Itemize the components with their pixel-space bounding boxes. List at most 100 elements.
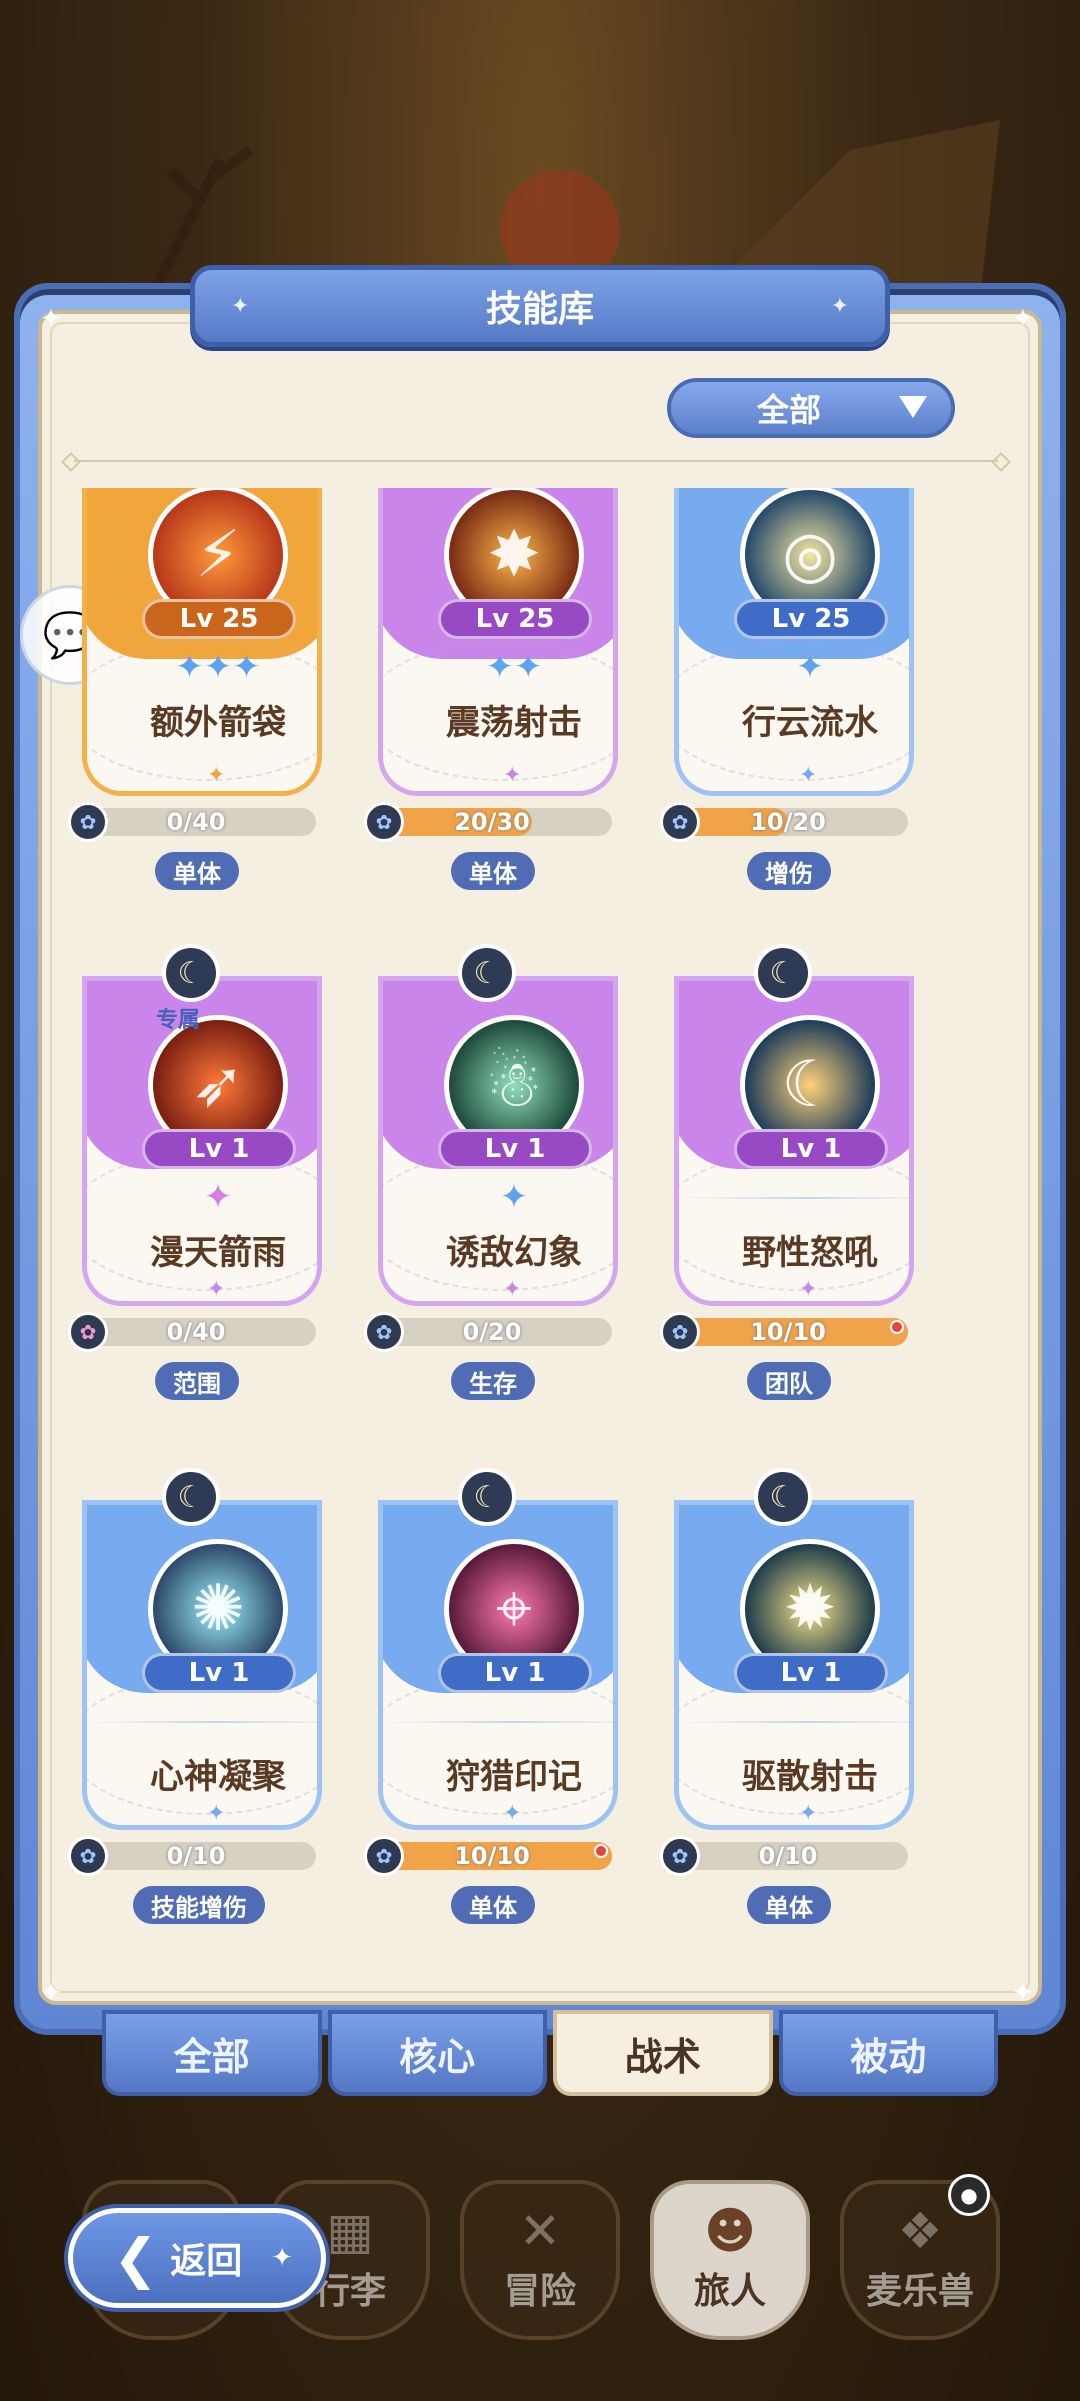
upgrade-progress-bar: ✿ 0/20 — [364, 1312, 612, 1352]
tab-0[interactable]: 全部 — [102, 2010, 322, 2096]
red-dot-icon — [890, 1320, 904, 1334]
skill-name: 野性怒吼 — [742, 1233, 878, 1273]
sparkle-icon: ✦ — [503, 1277, 522, 1302]
tab-2[interactable]: 战术 — [553, 2010, 773, 2096]
skill-card-item[interactable]: ☾ ✹ Lv 1 驱散射击 ✦ ✿ 0/10 单体 — [652, 1468, 922, 1948]
skill-card: ☾ Lv 1 野性怒吼 ✦ — [674, 976, 914, 1306]
skill-card: ➶ Lv 1 ✦ 漫天箭雨 ✦ — [82, 976, 322, 1306]
skill-name: 驱散射击 — [742, 1757, 878, 1797]
fragment-icon: ✿ — [364, 1836, 404, 1876]
skill-card-item[interactable]: ✸ Lv 25 ✦✦ 震荡射击 ✦ ✿ 20/30 单体 — [356, 488, 626, 946]
filter-dropdown[interactable]: 全部 — [667, 378, 955, 438]
progress-text: 0/40 — [166, 808, 226, 836]
nav-adventure[interactable]: ✕ 冒险 — [460, 2180, 620, 2340]
skill-type-tag: 单体 — [451, 852, 535, 890]
progress-text: 0/10 — [758, 1842, 818, 1870]
skill-type-tag: 增伤 — [747, 852, 831, 890]
sparkle-icon: ✦ — [503, 763, 522, 788]
corner-star-icon: ✦ — [40, 1978, 62, 2008]
moon-badge-icon: ☾ — [754, 1468, 812, 1526]
nav-label: 麦乐兽 — [865, 2271, 974, 2312]
back-button[interactable]: ❮ 返回 ✦ — [68, 2208, 326, 2308]
upgrade-progress-bar: ✿ 0/40 — [68, 802, 316, 842]
rank-divider — [679, 1197, 909, 1199]
tab-1[interactable]: 核心 — [327, 2010, 547, 2096]
skill-level: Lv 25 — [142, 599, 296, 639]
skill-type-tag: 范围 — [155, 1362, 239, 1400]
skill-name: 漫天箭雨 — [150, 1233, 286, 1273]
character-icon: ☻ — [703, 2202, 757, 2260]
sparkle-icon: ✦ — [271, 2243, 293, 2273]
progress-text: 20/30 — [454, 808, 530, 836]
red-dot-icon — [594, 1844, 608, 1858]
skill-card-item[interactable]: ☾ ☃ Lv 1 ✦ 诱敌幻象 ✦ ✿ 0/20 生存 — [356, 944, 626, 1424]
rank-divider — [383, 1721, 613, 1723]
progress-text: 0/10 — [166, 1842, 226, 1870]
skill-level: Lv 1 — [438, 1129, 592, 1169]
corner-star-icon: ✦ — [40, 304, 62, 334]
skill-card-item[interactable]: ☾ ☾ Lv 1 野性怒吼 ✦ ✿ 10/10 团队 — [652, 944, 922, 1424]
skill-type-tag: 单体 — [155, 852, 239, 890]
progress-text: 0/40 — [166, 1318, 226, 1346]
divider — [74, 460, 998, 462]
panel-title: 技能库 — [485, 289, 594, 330]
skill-name: 额外箭袋 — [150, 703, 286, 743]
nav-pet[interactable]: ❖ 麦乐兽 ● — [840, 2174, 1000, 2340]
back-label: 返回 — [170, 2241, 243, 2282]
corner-star-icon: ✦ — [1012, 1978, 1034, 2008]
sparkle-icon: ✦ — [207, 1801, 226, 1826]
skill-card-item[interactable]: ☾ ✺ Lv 1 心神凝聚 ✦ ✿ 0/10 技能增伤 — [60, 1468, 330, 1948]
skill-type-tag: 生存 — [451, 1362, 535, 1400]
moon-badge-icon: ☾ — [458, 1468, 516, 1526]
skill-card: ⚡ Lv 25 ✦✦✦ 额外箭袋 ✦ — [82, 488, 322, 796]
moon-badge-icon: ☾ — [162, 1468, 220, 1526]
progress-text: 10/10 — [454, 1842, 530, 1870]
dropdown-arrow-icon — [899, 396, 927, 418]
back-arrow-icon: ❮ — [113, 2226, 159, 2290]
skill-level: Lv 25 — [438, 599, 592, 639]
category-tabs: 全部 核心 战术 被动 — [102, 2010, 998, 2096]
corner-star-icon: ✦ — [1012, 304, 1034, 334]
lock-icon: ● — [948, 2174, 990, 2216]
fragment-icon: ✿ — [660, 1312, 700, 1352]
star-rating: ✦ — [499, 1177, 529, 1217]
progress-text: 0/20 — [462, 1318, 522, 1346]
filter-selected: 全部 — [757, 391, 822, 429]
skill-name: 诱敌幻象 — [446, 1233, 582, 1273]
crossed-swords-icon: ✕ — [519, 2202, 561, 2260]
star-icon: ✦ — [830, 293, 849, 319]
rank-divider — [679, 1721, 909, 1723]
moon-badge-icon: ☾ — [162, 944, 220, 1002]
skill-grid: ⚡ Lv 25 ✦✦✦ 额外箭袋 ✦ ✿ 0/40 单体 ✸ Lv 25 ✦✦ 震荡射击… — [60, 488, 1020, 1978]
star-rating: ✦✦ — [485, 647, 543, 687]
skill-card: ✹ Lv 1 驱散射击 ✦ — [674, 1500, 914, 1830]
star-icon: ✦ — [231, 293, 250, 319]
skill-name: 震荡射击 — [446, 703, 582, 743]
nav-label: 冒险 — [503, 2271, 576, 2312]
fragment-icon: ✿ — [660, 1836, 700, 1876]
skill-card-item[interactable]: ☾ ⌖ Lv 1 狩猎印记 ✦ ✿ 10/10 单体 — [356, 1468, 626, 1948]
skill-card: ✸ Lv 25 ✦✦ 震荡射击 ✦ — [378, 488, 618, 796]
tab-3[interactable]: 被动 — [778, 2010, 998, 2096]
pet-icon: ❖ — [897, 2202, 943, 2260]
upgrade-progress-bar: ✿ 0/10 — [660, 1836, 908, 1876]
skill-name: 心神凝聚 — [150, 1757, 286, 1797]
skill-level: Lv 1 — [734, 1129, 888, 1169]
fragment-icon: ✿ — [364, 1312, 404, 1352]
skill-card-item[interactable]: ◎ Lv 25 ✦ 行云流水 ✦ ✿ 10/20 增伤 — [652, 488, 922, 946]
skill-card-item[interactable]: ⚡ Lv 25 ✦✦✦ 额外箭袋 ✦ ✿ 0/40 单体 — [60, 488, 330, 946]
star-rating: ✦ — [203, 1177, 233, 1217]
skill-name: 狩猎印记 — [446, 1757, 582, 1797]
skill-level: Lv 1 — [734, 1653, 888, 1693]
skill-type-tag: 单体 — [747, 1886, 831, 1924]
skill-type-tag: 团队 — [747, 1362, 831, 1400]
rank-divider — [87, 1721, 317, 1723]
skill-card: ☃ Lv 1 ✦ 诱敌幻象 ✦ — [378, 976, 618, 1306]
skill-card-item[interactable]: ☾ ➶ Lv 1 ✦ 漫天箭雨 ✦ 专属 ✿ 0/40 范围 — [60, 944, 330, 1424]
nav-traveler[interactable]: ☻ 旅人 — [650, 2180, 810, 2340]
sparkle-icon: ✦ — [799, 1277, 818, 1302]
exclusive-label: 专属 — [156, 1008, 201, 1033]
sparkle-icon: ✦ — [503, 1801, 522, 1826]
panel-title-plate: ✦ 技能库 ✦ — [190, 265, 890, 347]
sparkle-icon: ✦ — [207, 763, 226, 788]
